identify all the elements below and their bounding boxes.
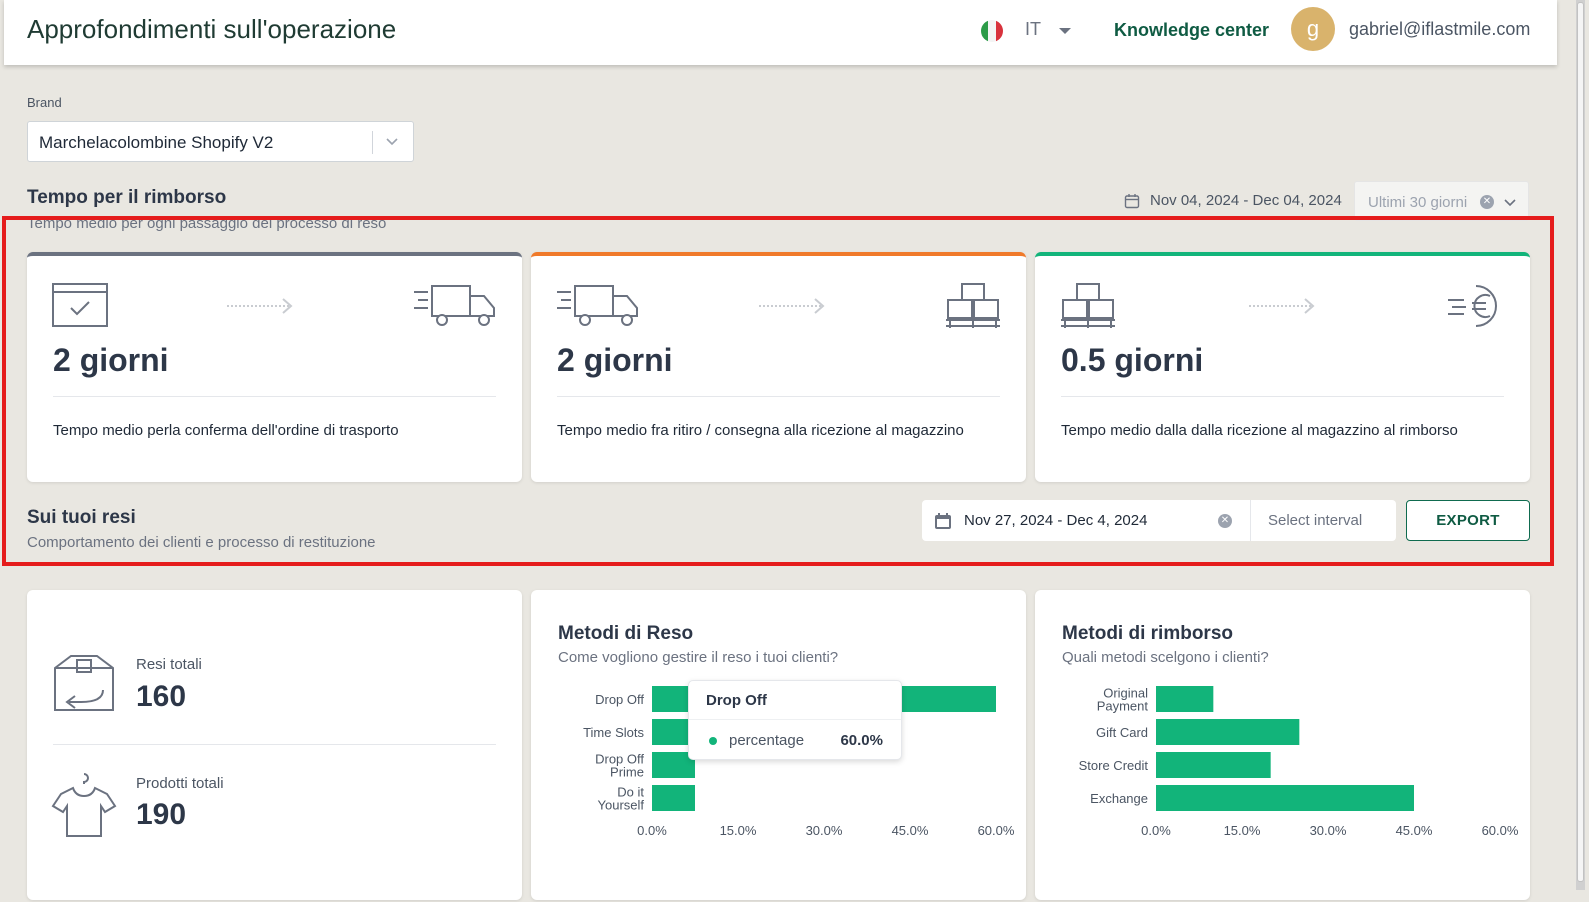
tick-label: 15.0% bbox=[1224, 823, 1261, 838]
divider bbox=[557, 396, 1000, 397]
returns-subtitle: Comportamento dei clienti e processo di … bbox=[27, 534, 376, 551]
refund-methods-card: Metodi di rimborso Quali metodi scelgono… bbox=[1035, 590, 1530, 900]
brand-select[interactable]: Marchelacolombine Shopify V2 bbox=[27, 121, 414, 162]
calendar-icon bbox=[935, 513, 951, 529]
tick-label: 15.0% bbox=[720, 823, 757, 838]
tick-label: 0.0% bbox=[1141, 823, 1171, 838]
knowledge-center-link[interactable]: Knowledge center bbox=[1114, 20, 1269, 41]
arrow-right-icon bbox=[227, 298, 293, 314]
step-value: 2 giorni bbox=[53, 342, 169, 378]
category-label: Gift Card bbox=[1096, 725, 1148, 740]
caret-down-icon[interactable] bbox=[1059, 28, 1071, 34]
divider bbox=[1061, 396, 1504, 397]
refund-time-title: Tempo per il rimborso bbox=[27, 187, 227, 208]
clear-icon[interactable]: ✕ bbox=[1480, 195, 1494, 209]
export-button[interactable]: EXPORT bbox=[1406, 500, 1530, 541]
tick-label: 30.0% bbox=[1310, 823, 1347, 838]
total-returns-label: Resi totali bbox=[136, 656, 202, 673]
category-label: Payment bbox=[1097, 699, 1149, 714]
clear-date-icon[interactable]: ✕ bbox=[1218, 514, 1232, 528]
tooltip-divider bbox=[689, 719, 901, 720]
total-products-value: 190 bbox=[136, 798, 187, 831]
tooltip-title: Drop Off bbox=[706, 692, 767, 709]
bar-original-payment[interactable] bbox=[1156, 686, 1214, 712]
tick-label: 60.0% bbox=[978, 823, 1015, 838]
divider bbox=[53, 744, 496, 745]
returns-title: Sui tuoi resi bbox=[27, 507, 136, 528]
arrow-right-icon bbox=[1249, 298, 1315, 314]
scrollbar-thumb[interactable] bbox=[1577, 2, 1584, 882]
select-interval[interactable]: Select interval bbox=[1268, 512, 1362, 529]
total-returns-value: 160 bbox=[136, 680, 187, 713]
preset-value: Ultimi 30 giorni bbox=[1368, 194, 1468, 211]
bar-gift-card[interactable] bbox=[1156, 719, 1300, 745]
category-label: Store Credit bbox=[1079, 758, 1149, 773]
step-card-confirmation: 2 giorni Tempo medio perla conferma dell… bbox=[27, 252, 522, 482]
select-separator bbox=[372, 131, 373, 154]
page-title: Approfondimenti sull'operazione bbox=[27, 14, 397, 44]
box-return-icon bbox=[54, 655, 114, 711]
total-products-label: Prodotti totali bbox=[136, 775, 224, 792]
returns-stats-card: Resi totali 160 Prodotti totali 190 bbox=[27, 590, 522, 900]
brand-label: Brand bbox=[27, 95, 62, 110]
step-card-refund: 0.5 giorni Tempo medio dalla dalla ricez… bbox=[1035, 252, 1530, 482]
delivery-truck-icon bbox=[414, 285, 495, 326]
tshirt-hanger-icon bbox=[51, 773, 117, 837]
tick-label: 60.0% bbox=[1482, 823, 1519, 838]
divider bbox=[53, 396, 496, 397]
refund-methods-chart: OriginalPaymentGift CardStore CreditExch… bbox=[1079, 686, 1519, 839]
step-value: 0.5 giorni bbox=[1061, 342, 1204, 378]
category-label: Drop Off bbox=[595, 692, 644, 707]
category-label: Exchange bbox=[1090, 791, 1148, 806]
step-card-transit: 2 giorni Tempo medio fra ritiro / conseg… bbox=[531, 252, 1026, 482]
arrow-right-icon bbox=[759, 298, 825, 314]
refund-date-range-text: Nov 04, 2024 - Dec 04, 2024 bbox=[1150, 192, 1342, 209]
italy-flag-icon[interactable] bbox=[981, 20, 1003, 42]
euro-refund-icon bbox=[1448, 285, 1497, 327]
preset-select[interactable]: Ultimi 30 giorni ✕ bbox=[1354, 181, 1529, 221]
bar-do-it-yourself[interactable] bbox=[652, 785, 695, 811]
category-label: Time Slots bbox=[583, 725, 644, 740]
step-value: 2 giorni bbox=[557, 342, 673, 378]
tick-label: 45.0% bbox=[1396, 823, 1433, 838]
refund-date-range[interactable]: Nov 04, 2024 - Dec 04, 2024 bbox=[1124, 192, 1342, 209]
picker-separator bbox=[1250, 500, 1251, 541]
avatar[interactable]: g bbox=[1291, 7, 1335, 51]
calendar-icon bbox=[1124, 193, 1140, 208]
pallet-boxes-icon bbox=[946, 283, 1000, 328]
refund-time-subtitle: Tempo medio per ogni passaggio del proce… bbox=[27, 215, 387, 232]
chevron-down-icon[interactable] bbox=[383, 132, 401, 150]
chevron-down-icon[interactable] bbox=[1502, 194, 1518, 210]
top-bar: Approfondimenti sull'operazione IT Knowl… bbox=[4, 0, 1557, 65]
tick-label: 0.0% bbox=[637, 823, 667, 838]
series-dot bbox=[709, 737, 717, 745]
category-label: Prime bbox=[610, 765, 644, 780]
language-selector[interactable]: IT bbox=[1025, 19, 1041, 40]
step-description: Tempo medio dalla dalla ricezione al mag… bbox=[1061, 422, 1458, 439]
page-scrollbar[interactable] bbox=[1576, 0, 1585, 890]
tooltip-value: 60.0% bbox=[840, 732, 883, 749]
tick-label: 45.0% bbox=[892, 823, 929, 838]
bar-store-credit[interactable] bbox=[1156, 752, 1271, 778]
delivery-truck-icon bbox=[557, 285, 638, 326]
user-email[interactable]: gabriel@iflastmile.com bbox=[1349, 19, 1530, 40]
bar-exchange[interactable] bbox=[1156, 785, 1414, 811]
browser-check-icon bbox=[52, 283, 108, 327]
returns-date-range-value: Nov 27, 2024 - Dec 4, 2024 bbox=[964, 512, 1148, 529]
chart-tooltip: Drop Off percentage 60.0% bbox=[688, 680, 902, 760]
pallet-boxes-icon bbox=[1061, 283, 1115, 328]
tooltip-label: percentage bbox=[729, 732, 805, 749]
category-label: Yourself bbox=[598, 798, 645, 813]
step-description: Tempo medio perla conferma dell'ordine d… bbox=[53, 422, 399, 439]
step-description: Tempo medio fra ritiro / consegna alla r… bbox=[557, 422, 964, 439]
returns-date-range-picker[interactable]: Nov 27, 2024 - Dec 4, 2024 ✕ Select inte… bbox=[922, 500, 1396, 541]
brand-select-value: Marchelacolombine Shopify V2 bbox=[39, 133, 274, 152]
tick-label: 30.0% bbox=[806, 823, 843, 838]
